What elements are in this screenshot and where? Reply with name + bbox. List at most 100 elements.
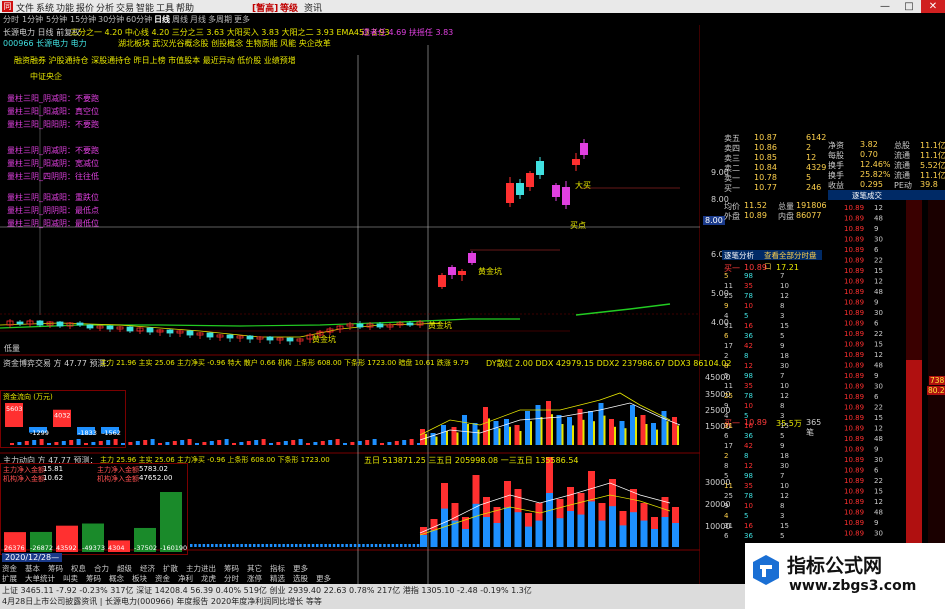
bottom-tab[interactable]: 扩散 [163, 564, 178, 573]
bottom-tab[interactable]: 指标 [270, 564, 285, 573]
bottom-tab[interactable]: 分时 [224, 574, 239, 583]
depth-cell: 9 [780, 342, 784, 350]
volume-bar-overlay [561, 424, 564, 445]
bottom-tab[interactable]: 经济 [140, 564, 155, 573]
stat-value: 15.81 [43, 465, 64, 473]
stats-cell: 25.82% [860, 170, 891, 179]
tick-price: 10.89 [844, 246, 864, 254]
stats-row: 换手 12.46% 流通 5.52亿 [822, 160, 945, 170]
depth-cell: 7 [780, 272, 784, 280]
period-tab[interactable]: 多周期 [208, 14, 232, 25]
bottom-tab[interactable]: 筹码 [224, 564, 239, 573]
menu-highlight-2[interactable]: 等级 [280, 1, 298, 14]
bottom-tab[interactable]: 基本 [25, 564, 40, 573]
bottom-tab[interactable]: 筹码 [86, 574, 101, 583]
candle-body [356, 323, 364, 328]
volume-bar-overlay [603, 415, 606, 445]
depth-cell: 16 [744, 522, 753, 530]
flow-bar [345, 544, 348, 547]
flow-bar [257, 544, 260, 547]
bottom-tab[interactable]: 更多 [316, 574, 331, 583]
period-tab[interactable]: 5分钟 [46, 14, 67, 25]
depth-cell: 11 [724, 482, 733, 490]
menu-function[interactable]: 功能 [56, 1, 74, 14]
period-tab-active[interactable]: 日线 [154, 14, 170, 25]
depth-cell: 98 [744, 372, 753, 380]
depth-cell: 4 [724, 412, 729, 420]
bottom-tab[interactable]: 精选 [270, 574, 285, 583]
period-tab[interactable]: 60分钟 [126, 14, 152, 25]
bottom-tab[interactable]: 涨停 [247, 574, 262, 583]
signal-text: 量柱三阳_阳减阳：真空位 [7, 107, 99, 116]
menu-help[interactable]: 帮助 [176, 1, 194, 14]
tick-price: 10.89 [844, 446, 864, 454]
main-flow-stats: 主力净入金额 15.81 机构净入金额 10.62 主力净入金额 5783.02… [0, 463, 188, 555]
bottom-tab[interactable]: 板块 [132, 574, 147, 583]
candle-body [76, 322, 84, 326]
menu-trade[interactable]: 交易 [116, 1, 134, 14]
volume-bar [525, 411, 530, 445]
bottom-tab[interactable]: 资金 [2, 564, 17, 573]
period-tab[interactable]: 1分钟 [22, 14, 43, 25]
flow-bar [316, 544, 319, 547]
volume-bar [535, 405, 541, 445]
candle-body [516, 183, 524, 195]
menu-news[interactable]: 资讯 [304, 1, 322, 14]
minimize-button[interactable]: — [873, 0, 897, 13]
bottom-tab[interactable]: 概念 [109, 574, 124, 583]
bottom-tab[interactable]: 选股 [293, 574, 308, 583]
bottom-tab[interactable]: 扩展 [2, 574, 17, 583]
bottom-tab[interactable]: 主力进出 [186, 564, 216, 573]
bottom-tab[interactable]: 资金 [155, 574, 170, 583]
flow-bar [311, 544, 315, 547]
depth-cell: 5 [724, 272, 728, 280]
period-tab[interactable]: 15分钟 [70, 14, 96, 25]
depth-cell: 31 [724, 322, 733, 330]
flow-bar [244, 544, 248, 547]
menu-tools[interactable]: 工具 [156, 1, 174, 14]
flow-bar [408, 544, 411, 547]
bottom-tab[interactable]: 叫卖 [63, 574, 78, 583]
menu-smart[interactable]: 智能 [136, 1, 154, 14]
period-tab[interactable]: 月线 [190, 14, 206, 25]
bottom-tab[interactable]: 其它 [247, 564, 262, 573]
ma-line-green-2 [575, 303, 671, 316]
period-tab[interactable]: 更多 [234, 14, 250, 25]
depth-cell: 6 [724, 432, 729, 440]
depth-cell: 36 [744, 532, 753, 540]
volume-bar-overlay [677, 425, 679, 445]
period-tab[interactable]: 周线 [172, 14, 188, 25]
depth-cell: 10 [780, 382, 789, 390]
menu-highlight-1[interactable]: [暂高] [252, 1, 278, 14]
bottom-tab[interactable]: 龙虎 [201, 574, 216, 583]
volume-bar [387, 442, 392, 445]
tick-volume: 12 [874, 425, 883, 433]
flow-bar [672, 523, 679, 547]
depth-cell: 15 [780, 522, 789, 530]
news-ticker[interactable]: 4月28日上市公司披露资讯 | 长源电力(000966) 年度报告 2020年度… [2, 596, 322, 607]
menu-quote[interactable]: 报价 [76, 1, 94, 14]
period-tab[interactable]: 30分钟 [98, 14, 124, 25]
menu-analysis[interactable]: 分析 [96, 1, 114, 14]
maximize-button[interactable]: □ [897, 0, 921, 13]
volume-bar [298, 439, 303, 445]
menu-file[interactable]: 文件 [16, 1, 34, 14]
depth-cell: 78 [744, 292, 753, 300]
bottom-tab[interactable]: 大单统计 [25, 574, 55, 583]
tick-volume: 12 [874, 351, 883, 359]
depth-cell: 12 [744, 462, 753, 470]
stat-value: 10.62 [43, 474, 64, 482]
flow-bar [630, 512, 637, 547]
bottom-tab[interactable]: 合力 [94, 564, 109, 573]
stats-row: 换手 25.82% 流通 11.1亿 [822, 170, 945, 180]
bottom-tab[interactable]: 净利 [178, 574, 193, 583]
bottom-tab[interactable]: 更多 [293, 564, 308, 573]
tick-price: 10.89 [844, 330, 864, 338]
menu-system[interactable]: 系统 [36, 1, 54, 14]
bottom-tab[interactable]: 权息 [71, 564, 86, 573]
bottom-tab[interactable]: 超级 [117, 564, 132, 573]
period-tab[interactable]: 分时 [3, 14, 19, 25]
chart-annotation: 黄金坑 [428, 321, 452, 330]
close-button[interactable]: ✕ [921, 0, 945, 13]
bottom-tab[interactable]: 筹码 [48, 564, 63, 573]
